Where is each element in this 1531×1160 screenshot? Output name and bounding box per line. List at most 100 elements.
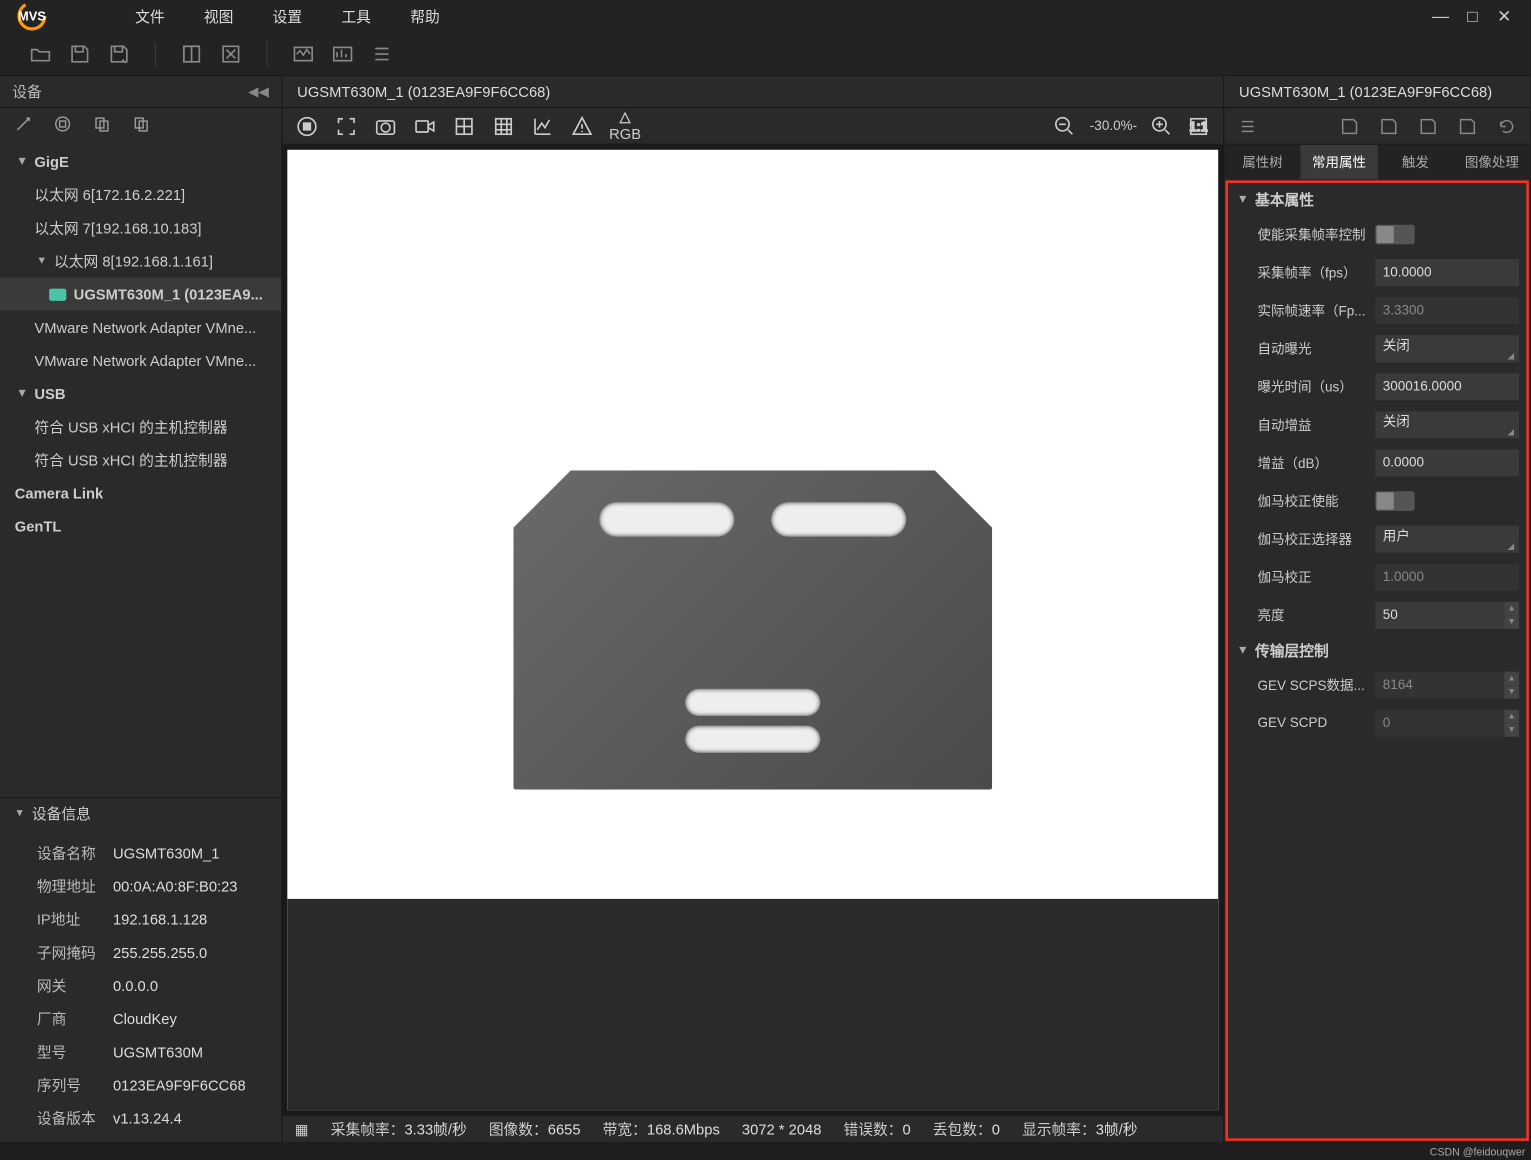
fullscreen-icon[interactable] — [334, 114, 359, 139]
chevron-down-icon: ▾ — [34, 254, 49, 268]
spin-down-icon[interactable]: ▼ — [1504, 685, 1519, 699]
tree-usb[interactable]: ▾USB — [0, 377, 281, 410]
prop-fps-enable-toggle[interactable] — [1375, 224, 1414, 244]
sidebar-toolbar — [0, 108, 281, 140]
tree-eth7[interactable]: 以太网 7[192.168.10.183] — [0, 211, 281, 244]
spin-up-icon[interactable]: ▲ — [1504, 601, 1519, 615]
devinfo-ver-value: v1.13.24.4 — [113, 1109, 182, 1126]
props-save-icon[interactable] — [1375, 112, 1402, 139]
tree-vmnet1[interactable]: VMware Network Adapter VMne... — [0, 311, 281, 344]
props-load-icon[interactable] — [1336, 112, 1363, 139]
tab-common-props[interactable]: 常用属性 — [1301, 145, 1377, 179]
prop-scpd-value — [1375, 709, 1504, 736]
tree-eth8[interactable]: ▾以太网 8[192.168.1.161] — [0, 244, 281, 277]
grid2-icon[interactable] — [491, 114, 516, 139]
prop-gamma-value — [1375, 563, 1519, 590]
status-err-value: 0 — [902, 1121, 910, 1138]
devinfo-ver-label: 设备版本 — [37, 1108, 113, 1129]
spin-down-icon[interactable]: ▼ — [1504, 615, 1519, 629]
prop-gain-input[interactable] — [1375, 449, 1519, 476]
close-button[interactable]: ✕ — [1493, 5, 1515, 27]
copy-icon[interactable] — [88, 111, 115, 138]
wand-icon[interactable] — [10, 111, 37, 138]
spin-down-icon[interactable]: ▼ — [1504, 723, 1519, 737]
group-basic[interactable]: ▾基本属性 — [1228, 183, 1526, 215]
menu-file[interactable]: 文件 — [115, 0, 184, 32]
spin-up-icon[interactable]: ▲ — [1504, 709, 1519, 723]
list-icon[interactable] — [368, 40, 395, 67]
tree-gige[interactable]: ▾GigE — [0, 145, 281, 178]
svg-text:1:1: 1:1 — [1189, 118, 1207, 133]
app-logo: MVS — [10, 0, 54, 32]
zoom-in-icon[interactable] — [1149, 114, 1174, 139]
menu-settings[interactable]: 设置 — [253, 0, 322, 32]
prop-gamma-sel-select[interactable]: 用户 — [1375, 525, 1519, 552]
grid-icon[interactable] — [452, 114, 477, 139]
minimize-button[interactable]: — — [1429, 5, 1451, 27]
open-icon[interactable] — [27, 40, 54, 67]
menu-view[interactable]: 视图 — [184, 0, 253, 32]
status-err-label: 错误数： — [844, 1121, 903, 1138]
group-transport[interactable]: ▾传输层控制 — [1228, 634, 1526, 666]
props-export-icon[interactable] — [1454, 112, 1481, 139]
props-list-icon[interactable] — [1234, 112, 1261, 139]
menu-help[interactable]: 帮助 — [391, 0, 460, 32]
main-view: UGSMT630M_1 (0123EA9F9F6CC68) RGB -30.0%… — [282, 76, 1223, 1142]
status-bw-value: 168.6Mbps — [647, 1121, 720, 1138]
layout1-icon[interactable] — [178, 40, 205, 67]
prop-exposure-input[interactable] — [1375, 373, 1519, 400]
waveform-icon[interactable] — [290, 40, 317, 67]
prop-fps-enable-label: 使能采集帧率控制 — [1257, 224, 1375, 244]
tab-trigger[interactable]: 触发 — [1377, 145, 1453, 179]
props-import-icon[interactable] — [1415, 112, 1442, 139]
record-icon[interactable] — [413, 114, 438, 139]
prop-actual-fps-label: 实际帧速率（Fp... — [1257, 300, 1375, 320]
prop-auto-exp-select[interactable]: 关闭 — [1375, 335, 1519, 362]
right-tab[interactable]: UGSMT630M_1 (0123EA9F9F6CC68) — [1224, 76, 1530, 108]
camera-icon — [49, 288, 66, 300]
stop-icon[interactable] — [49, 111, 76, 138]
prop-auto-gain-label: 自动增益 — [1257, 414, 1375, 434]
main-tab[interactable]: UGSMT630M_1 (0123EA9F9F6CC68) — [282, 76, 1223, 108]
maximize-button[interactable]: □ — [1461, 5, 1483, 27]
layout2-icon[interactable] — [217, 40, 244, 67]
tree-usbctrl1[interactable]: 符合 USB xHCI 的主机控制器 — [0, 410, 281, 443]
stop-capture-icon[interactable] — [295, 114, 320, 139]
status-grid-icon: ▦ — [295, 1121, 309, 1138]
device-info-header[interactable]: ▾设备信息 — [0, 797, 281, 829]
prop-brightness-input[interactable] — [1375, 601, 1504, 628]
tree-camera-selected[interactable]: UGSMT630M_1 (0123EA9... — [0, 278, 281, 311]
tree-cameralink[interactable]: Camera Link — [0, 476, 281, 509]
copy2-icon[interactable] — [128, 111, 155, 138]
tree-eth6[interactable]: 以太网 6[172.16.2.221] — [0, 178, 281, 211]
warning-icon[interactable] — [570, 114, 595, 139]
prop-auto-exp-label: 自动曝光 — [1257, 338, 1375, 358]
rgb-icon[interactable]: RGB — [609, 110, 641, 142]
prop-gamma-enable-toggle[interactable] — [1375, 491, 1414, 511]
snapshot-icon[interactable] — [373, 114, 398, 139]
sidebar-collapse-icon[interactable]: ◀◀ — [248, 84, 269, 100]
tree-gentl[interactable]: GenTL — [0, 510, 281, 543]
save-icon[interactable] — [66, 40, 93, 67]
zoom-level: -30.0%- — [1090, 119, 1137, 134]
histogram-icon[interactable] — [329, 40, 356, 67]
status-lost-value: 0 — [992, 1121, 1000, 1138]
tab-image-proc[interactable]: 图像处理 — [1454, 145, 1530, 179]
menu-tools[interactable]: 工具 — [322, 0, 391, 32]
devinfo-gw-value: 0.0.0.0 — [113, 977, 158, 994]
devinfo-vendor-value: CloudKey — [113, 1010, 177, 1027]
fit-icon[interactable]: 1:1 — [1186, 114, 1211, 139]
chart-icon[interactable] — [530, 114, 555, 139]
tree-usbctrl2[interactable]: 符合 USB xHCI 的主机控制器 — [0, 443, 281, 476]
zoom-out-icon[interactable] — [1053, 114, 1078, 139]
prop-fps-input[interactable] — [1375, 258, 1519, 285]
image-canvas[interactable] — [287, 150, 1218, 1110]
tree-vmnet2[interactable]: VMware Network Adapter VMne... — [0, 344, 281, 377]
tab-property-tree[interactable]: 属性树 — [1224, 145, 1300, 179]
devinfo-mac-label: 物理地址 — [37, 876, 113, 897]
main-toolbar — [0, 32, 1530, 76]
props-refresh-icon[interactable] — [1493, 112, 1520, 139]
save-all-icon[interactable] — [106, 40, 133, 67]
spin-up-icon[interactable]: ▲ — [1504, 671, 1519, 685]
prop-auto-gain-select[interactable]: 关闭 — [1375, 411, 1519, 438]
